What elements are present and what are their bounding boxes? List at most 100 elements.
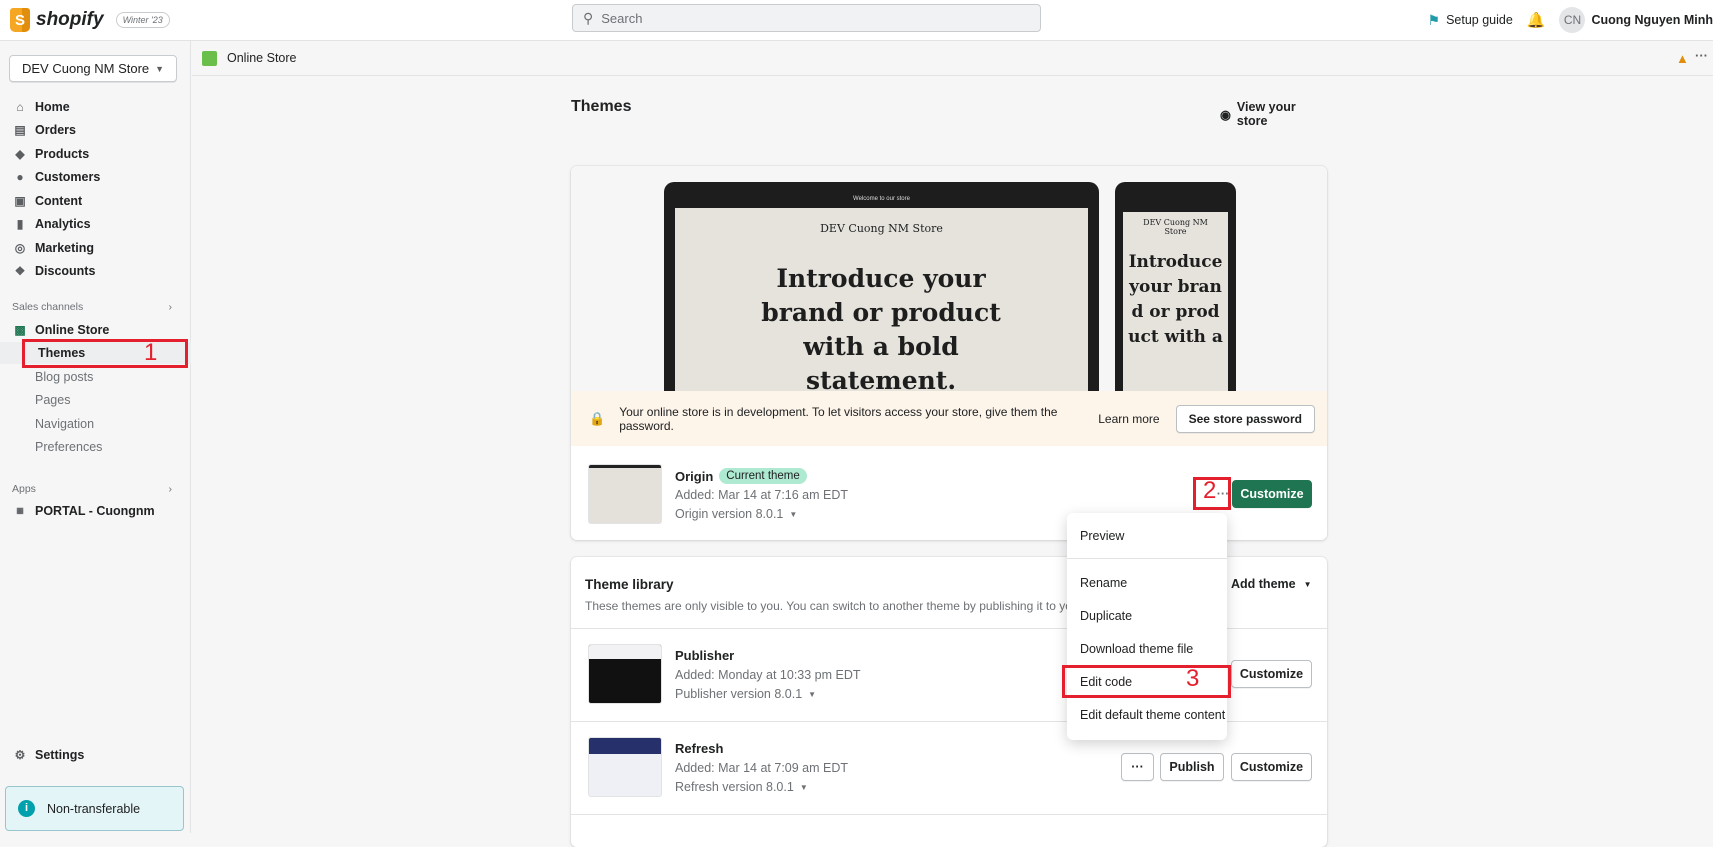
store-selector[interactable]: DEV Cuong NM Store ▼ [9, 55, 177, 82]
annotation-number-3: 3 [1186, 665, 1199, 693]
nav-label: Preferences [35, 440, 102, 454]
theme-name: Refresh [675, 741, 723, 756]
user-name: Cuong Nguyen Minh [1591, 13, 1713, 27]
nav-label: Orders [35, 123, 76, 137]
caret-down-icon: ▼ [808, 687, 816, 702]
chart-icon: ▮ [14, 218, 26, 230]
nav-label: Pages [35, 393, 70, 407]
sidebar-item-portal-app[interactable]: ▦PORTAL - Cuongnm [0, 500, 191, 522]
discount-icon: ❖ [14, 265, 26, 277]
customize-button[interactable]: Customize [1232, 480, 1312, 508]
mobile-headline: Introduce your brand or product with a [1127, 250, 1224, 350]
theme-version-toggle[interactable]: Publisher version 8.0.1 ▼ [675, 687, 816, 702]
menu-item-duplicate[interactable]: Duplicate [1080, 609, 1132, 623]
sidebar-item-products[interactable]: ◆ Products [0, 143, 191, 165]
preview-headline: Introduce your brand or product with a b… [761, 262, 1001, 398]
search-placeholder: Search [601, 11, 642, 26]
caret-down-icon: ▼ [155, 64, 164, 74]
theme-added-date: Added: Monday at 10:33 pm EDT [675, 668, 861, 682]
theme-added-date: Added: Mar 14 at 7:09 am EDT [675, 761, 848, 775]
theme-name: Publisher [675, 648, 734, 663]
publisher-thumbnail [588, 644, 662, 704]
top-right-actions: ⚑ Setup guide 🔔 CN Cuong Nguyen Minh [1428, 8, 1713, 32]
sidebar-item-marketing[interactable]: ◎Marketing [0, 237, 191, 259]
nav-label: Settings [35, 748, 84, 762]
sidebar-item-navigation[interactable]: Navigation [0, 413, 191, 435]
user-menu[interactable]: CN Cuong Nguyen Minh [1559, 7, 1713, 33]
lock-icon: 🔒 [589, 411, 605, 427]
sidebar-item-content[interactable]: ▣ Content [0, 190, 191, 212]
add-theme-button[interactable]: Add theme▼ [1231, 577, 1312, 592]
online-store-icon [202, 51, 217, 66]
customize-button[interactable]: Customize [1231, 660, 1312, 688]
more-actions-button[interactable]: ··· [1121, 753, 1154, 781]
non-transferable-banner[interactable]: iNon-transferable [5, 786, 184, 831]
sidebar-item-settings[interactable]: ⚙Settings [0, 744, 191, 766]
bell-icon[interactable]: 🔔 [1527, 11, 1546, 29]
sidebar-item-orders[interactable]: ▤Orders [0, 119, 191, 141]
theme-version-toggle[interactable]: Origin version 8.0.1 ▼ [675, 507, 797, 522]
sidebar-item-discounts[interactable]: ❖Discounts [0, 260, 191, 282]
page-title: Themes [571, 98, 631, 116]
annotation-number-1: 1 [144, 339, 157, 367]
info-icon: i [18, 800, 35, 817]
breadcrumb: Online Store [192, 41, 1713, 76]
nav-label: Analytics [35, 217, 91, 231]
theme-actions-menu: Preview Rename Duplicate Download theme … [1067, 513, 1227, 740]
nav-label: Products [35, 147, 89, 161]
apps-header[interactable]: Apps› [12, 483, 172, 495]
content-icon: ▣ [14, 195, 26, 207]
theme-version: Origin version 8.0.1 [675, 507, 783, 522]
shopify-logo[interactable]: S shopify Winter '23 [10, 8, 170, 32]
setup-guide-label: Setup guide [1446, 13, 1513, 27]
nav-label: Content [35, 194, 82, 208]
publish-button[interactable]: Publish [1160, 753, 1224, 781]
mobile-screen: DEV Cuong NM Store Introduce your brand … [1123, 212, 1228, 391]
mobile-store-title: DEV Cuong NM Store [1143, 218, 1208, 236]
view-store-label: View your store [1237, 100, 1319, 128]
nav-label: Navigation [35, 417, 94, 431]
home-icon: ⌂ [14, 101, 26, 113]
origin-title-row: Origin Current theme [675, 468, 807, 484]
more-actions-icon[interactable]: ··· [1695, 48, 1708, 63]
menu-item-download-theme-file[interactable]: Download theme file [1080, 642, 1193, 656]
store-name: DEV Cuong NM Store [22, 61, 149, 76]
flag-icon: ⚑ [1428, 12, 1441, 29]
sales-channels-header[interactable]: Sales channels› [12, 301, 172, 313]
see-store-password-button[interactable]: See store password [1176, 405, 1315, 433]
search-input[interactable]: ⚲ Search [572, 4, 1041, 32]
menu-item-rename[interactable]: Rename [1080, 576, 1127, 590]
brand-name: shopify [36, 9, 104, 31]
theme-version-toggle[interactable]: Refresh version 8.0.1▼ [675, 780, 808, 795]
development-banner: 🔒 Your online store is in development. T… [571, 391, 1327, 446]
current-theme-badge: Current theme [719, 468, 807, 484]
theme-version: Publisher version 8.0.1 [675, 687, 802, 702]
version-badge: Winter '23 [116, 12, 170, 28]
refresh-thumbnail [588, 737, 662, 797]
setup-guide-button[interactable]: ⚑ Setup guide [1428, 12, 1513, 29]
sidebar-item-customers[interactable]: ●Customers [0, 166, 191, 188]
mobile-preview: DEV Cuong NM Store Introduce your brand … [1115, 182, 1236, 391]
sidebar-item-blog-posts[interactable]: Blog posts [0, 366, 191, 388]
caret-down-icon: ▼ [1304, 577, 1312, 592]
sidebar-item-preferences[interactable]: Preferences [0, 436, 191, 458]
customize-button[interactable]: Customize [1231, 753, 1312, 781]
menu-item-preview[interactable]: Preview [1080, 529, 1124, 543]
tag-icon: ◆ [14, 148, 26, 160]
sidebar-item-analytics[interactable]: ▮ Analytics [0, 213, 191, 235]
caret-down-icon: ▼ [789, 507, 797, 522]
sidebar-item-pages[interactable]: Pages [0, 389, 191, 411]
desktop-preview: Welcome to our store DEV Cuong NM Store … [664, 182, 1099, 391]
view-store-link[interactable]: ◉View your store [1220, 100, 1319, 128]
breadcrumb-label[interactable]: Online Store [227, 51, 296, 65]
nav-label: Online Store [35, 323, 109, 337]
theme-version: Refresh version 8.0.1 [675, 780, 794, 795]
sidebar-item-online-store[interactable]: ▩Online Store [0, 319, 191, 341]
menu-item-edit-default-theme-content[interactable]: Edit default theme content [1080, 708, 1225, 722]
banner-text: Your online store is in development. To … [619, 405, 1098, 433]
section-label: Apps [12, 483, 36, 495]
sidebar-item-home[interactable]: ⌂Home [0, 96, 191, 118]
annotation-number-2: 2 [1203, 477, 1216, 505]
learn-more-link[interactable]: Learn more [1098, 412, 1159, 426]
pin-icon[interactable]: ▲ [1676, 51, 1689, 66]
